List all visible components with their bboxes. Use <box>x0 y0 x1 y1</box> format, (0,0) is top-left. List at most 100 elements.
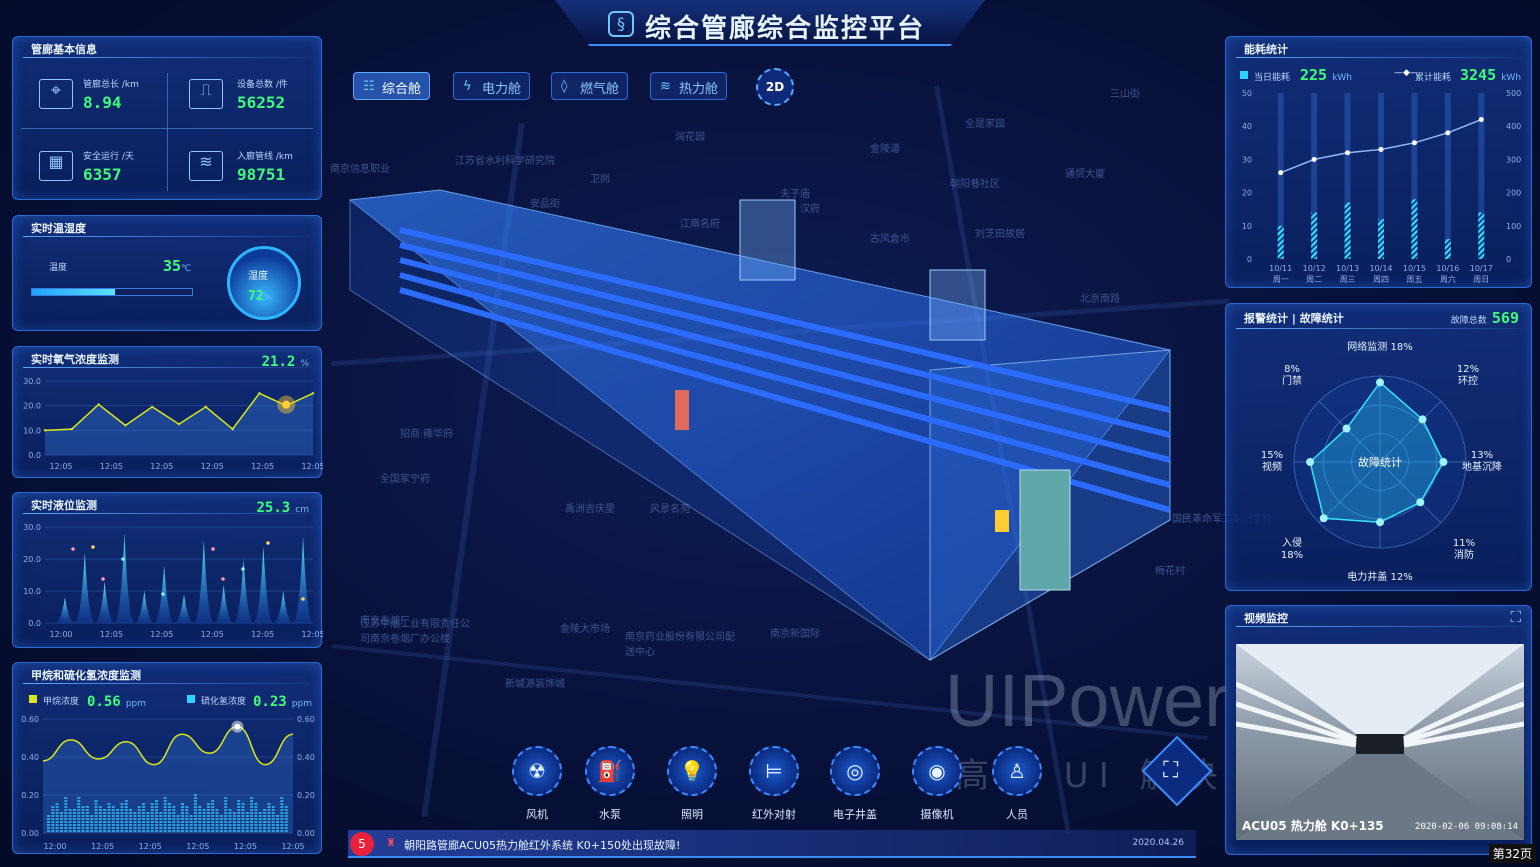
panel-title: 甲烷和硫化氢浓度监测 <box>31 669 141 682</box>
stat-label: 安全运行 /天 <box>83 152 134 162</box>
y-tick-label: 10.0 <box>23 587 41 596</box>
daily-value: 225 <box>1300 66 1328 84</box>
daily-unit: kWh <box>1332 73 1353 83</box>
x-tick-label: 周三 <box>1340 275 1356 284</box>
device-button[interactable]: ◎ <box>830 746 880 796</box>
oxygen-point <box>177 422 181 426</box>
energy-chart: 01020304050010020030040050010/11周一10/12周… <box>1242 89 1521 284</box>
tunnel-3d-view[interactable] <box>340 170 1190 670</box>
bolt-icon: ϟ <box>463 79 472 94</box>
alert-date: 2020.04.26 <box>1132 838 1184 848</box>
total-energy-point <box>1478 117 1484 123</box>
view-2d-toggle[interactable]: 2D <box>756 68 794 106</box>
video-timestamp: 2020-02-06 09:08:14 <box>1415 822 1518 832</box>
methane-value: 0.56 <box>87 694 121 710</box>
bubble-dot <box>161 592 165 596</box>
total-value: 3245 <box>1460 66 1497 84</box>
y2-tick-label: 0.20 <box>297 791 315 800</box>
alarm-bell-icon: ♜ <box>386 836 396 849</box>
daily-energy-bar <box>1311 212 1318 259</box>
person-icon: ♙ <box>1008 759 1026 783</box>
x-tick-label: 10/15 <box>1403 264 1426 273</box>
alert-bar[interactable]: 5 ♜ 朝阳路管廊ACU05热力舱红外系统 K0+150处出现故障! 2020.… <box>348 830 1196 858</box>
x-tick-label: 12:05 <box>139 842 162 851</box>
device-button[interactable]: ♙ <box>992 746 1042 796</box>
oxygen-point <box>311 392 315 395</box>
temp-unit: ℃ <box>181 264 192 274</box>
radar-point <box>1319 514 1328 523</box>
oxygen-panel: 实时氧气浓度监测 21.2 % 0.0 10.0 20.0 30.0 12:05 12:0… <box>12 346 323 478</box>
map-label: 润花园 <box>675 132 705 143</box>
oxygen-point <box>231 427 234 431</box>
radar-center-label: 故障统计 <box>1358 455 1402 469</box>
methane-label: 甲烷浓度 <box>43 697 80 707</box>
total-label: 累计能耗 <box>1415 73 1452 83</box>
device-button[interactable]: ◉ <box>912 746 962 796</box>
dashboard-root: 江苏省水利科学研究院 润花园 南京信息职业 卫岗 汉府 江南名府 古风倉市 刘芝田故居 三山街安… <box>0 0 1540 867</box>
x-tick-label: 12:05 <box>281 842 304 851</box>
bubble-dot <box>71 547 75 551</box>
map-label: 江苏省水利科学研究院 <box>455 156 555 167</box>
panel-title: 实时液位监测 <box>31 499 97 512</box>
device-button[interactable]: ⛽ <box>585 746 635 796</box>
radar-label: 11% <box>1453 538 1475 549</box>
y-tick-label: 50 <box>1242 89 1252 98</box>
oxygen-chart: 0.0 10.0 20.0 30.0 12:05 12:05 12:05 12:05 12:05… <box>23 377 323 471</box>
oxygen-point <box>204 405 207 409</box>
liquid-peak <box>134 591 155 623</box>
tab-heat[interactable]: ≋ 热力舱 <box>650 72 728 100</box>
highlight-marker-dot <box>282 400 291 409</box>
tab-label: 热力舱 <box>679 82 719 97</box>
video-feed[interactable]: ACU05 热力舱 K0+135 2020-02-06 09:08:14 <box>1236 644 1524 840</box>
liquid-value: 25.3 <box>256 500 291 516</box>
x-tick-label: 12:05 <box>186 842 209 851</box>
liquid-peak <box>94 581 115 623</box>
radar-label: 门禁 <box>1282 374 1302 387</box>
oxygen-value: 21.2 <box>261 354 296 370</box>
logo-icon: § <box>608 11 634 37</box>
liquid-peak <box>253 546 274 623</box>
map-label: 新城源装饰城 <box>505 679 565 690</box>
radar-point <box>1416 498 1425 507</box>
x-tick-label: 12:05 <box>301 462 323 471</box>
radar-label: 8% <box>1284 364 1300 375</box>
alarm-title[interactable]: 报警统计 <box>1244 312 1288 325</box>
fullscreen-icon[interactable]: ⛶ <box>1510 608 1521 626</box>
device-label: 人员 <box>1006 808 1028 821</box>
daily-energy-bar <box>1411 199 1418 259</box>
daily-energy-bar <box>1277 225 1284 259</box>
gas-chart: 0.00 0.00 0.20 0.20 0.40 0.40 0.60 0.60 12:00 12:… <box>21 715 315 851</box>
x-tick-label: 12:05 <box>301 630 323 639</box>
liquid-peak <box>54 597 75 623</box>
radar-label: 地基沉降 <box>1462 460 1502 473</box>
radar-point <box>1418 415 1427 424</box>
fault-radar-chart: 故障统计网络监测 18%12%环控13%地基沉降11%消防电力井盖 12%入侵1… <box>1261 340 1502 583</box>
radar-point <box>1342 424 1351 433</box>
daily-energy-bar <box>1444 239 1451 259</box>
tab-power[interactable]: ϟ 电力舱 <box>453 72 531 100</box>
methane-legend-swatch <box>29 695 37 703</box>
bubble-dot <box>101 577 105 581</box>
y2-tick-label: 300 <box>1506 155 1521 164</box>
oxygen-point <box>258 392 261 395</box>
title-separator: | <box>1291 312 1296 325</box>
fault-total-label: 故障总数 <box>1450 316 1487 326</box>
oxygen-point <box>151 405 154 409</box>
panel-title: 视频监控 <box>1244 612 1288 625</box>
humidity-unit: % <box>263 293 273 303</box>
tab-gas[interactable]: ◊ 燃气舱 <box>551 72 629 100</box>
total-energy-point <box>1445 130 1451 136</box>
total-energy-point <box>1278 170 1284 176</box>
y-tick-label: 0.0 <box>28 451 41 460</box>
fault-title[interactable]: 故障统计 <box>1300 312 1344 325</box>
device-button[interactable]: ☢ <box>512 746 562 796</box>
tab-integrated[interactable]: ☷ 综合舱 <box>353 72 431 100</box>
x-tick-label: 12:00 <box>43 842 66 851</box>
fan-icon: ☢ <box>528 759 546 783</box>
stat-value: 6357 <box>83 165 122 184</box>
x-tick-label: 12:05 <box>234 842 257 851</box>
device-button[interactable]: ⊨ <box>749 746 799 796</box>
fault-total-value: 569 <box>1491 309 1519 327</box>
device-button[interactable]: 💡 <box>667 746 717 796</box>
video-panel: 视频监控 ⛶ ACU05 热力舱 K0+135 2020-02-06 09:08… <box>1225 605 1532 855</box>
